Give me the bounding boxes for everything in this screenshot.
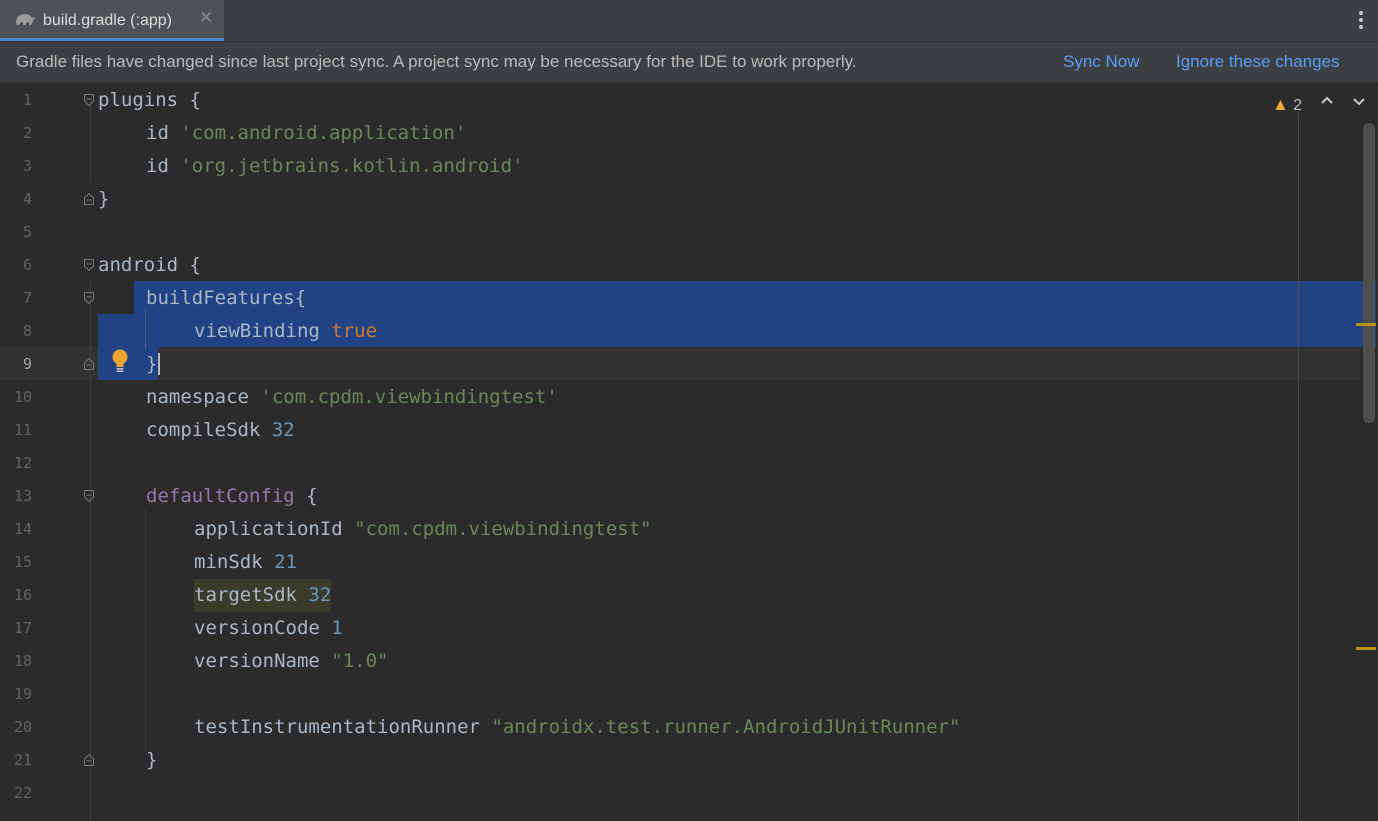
selection-line-7 [134,281,1376,314]
line-number: 21 [13,751,32,769]
code-line-17: versionCode 1 [194,617,343,639]
scrollbar-thumb[interactable] [1363,123,1375,423]
code-line-21: } [146,749,158,771]
banner-message: Gradle files have changed since last pro… [16,52,857,71]
code-line-9: } [146,353,158,375]
line-number: 4 [22,190,32,208]
line-number: 7 [22,289,32,307]
line-number: 9 [22,355,32,373]
close-icon[interactable]: ✕ [199,8,213,28]
line-number: 19 [13,685,32,703]
line-number: 22 [13,784,32,802]
line-number: 14 [13,520,32,538]
line-number: 10 [13,388,32,406]
line-number: 12 [13,454,32,472]
code-line-4: } [98,188,110,210]
indent-guide [90,99,91,181]
line-number: 3 [22,157,32,175]
line-number: 8 [22,322,32,340]
indent-guide [145,509,146,751]
line-number: 6 [22,256,32,274]
fold-end-icon[interactable] [84,358,94,370]
sync-now-link[interactable]: Sync Now [1063,52,1140,72]
line-number: 2 [22,124,32,142]
warning-stripe-marker[interactable] [1356,323,1376,326]
line-number: 11 [13,421,32,439]
code-line-2: id 'com.android.application' [146,122,467,144]
code-line-7: buildFeatures{ [146,287,307,309]
code-line-18: versionName "1.0" [194,650,389,672]
fold-end-icon[interactable] [84,754,94,766]
gradle-elephant-icon [16,14,35,25]
editor-tab-bar: build.gradle (:app) ✕ [0,0,1378,42]
line-number: 20 [13,718,32,736]
fold-collapse-icon[interactable] [84,259,94,271]
ignore-changes-link[interactable]: Ignore these changes [1176,52,1340,72]
warning-icon: ▲ [1272,95,1289,114]
fold-collapse-icon[interactable] [84,94,94,106]
chevron-up-icon[interactable] [1320,94,1334,108]
gradle-sync-banner: Gradle files have changed since last pro… [0,42,1378,83]
code-line-6: android { [98,254,201,276]
line-number: 17 [13,619,32,637]
code-line-10: namespace 'com.cpdm.viewbindingtest' [146,386,558,408]
code-line-3: id 'org.jetbrains.kotlin.android' [146,155,524,177]
more-options-icon[interactable] [1358,9,1364,31]
text-caret [158,353,160,375]
fold-collapse-icon[interactable] [84,292,94,304]
code-line-14: applicationId "com.cpdm.viewbindingtest" [194,518,652,540]
inspection-widget[interactable]: ▲ 2 [1272,95,1302,115]
fold-end-icon[interactable] [84,193,94,205]
tab-build-gradle[interactable]: build.gradle (:app) ✕ [0,0,224,41]
right-margin-guide [1298,113,1299,821]
intention-bulb-icon[interactable] [111,348,129,374]
fold-collapse-icon[interactable] [84,490,94,502]
code-line-8: viewBinding true [194,320,378,342]
line-number: 18 [13,652,32,670]
code-line-1: plugins { [98,89,201,111]
warning-count: 2 [1293,97,1303,114]
warning-stripe-marker[interactable] [1356,647,1376,650]
code-editor[interactable]: 1 2 3 4 5 6 7 8 9 10 11 12 13 14 15 16 1… [0,83,1378,821]
code-line-15: minSdk 21 [194,551,297,573]
line-number: 13 [13,487,32,505]
tab-title: build.gradle (:app) [43,12,172,29]
current-line-highlight [0,347,1360,380]
code-line-16: targetSdk 32 [194,579,332,612]
line-number: 16 [13,586,32,604]
line-number: 15 [13,553,32,571]
line-number: 1 [22,91,32,109]
code-line-13: defaultConfig { [146,485,318,507]
code-line-20: testInstrumentationRunner "androidx.test… [194,716,961,738]
code-line-11: compileSdk 32 [146,419,295,441]
line-number: 5 [22,223,32,241]
chevron-down-icon[interactable] [1352,94,1366,108]
